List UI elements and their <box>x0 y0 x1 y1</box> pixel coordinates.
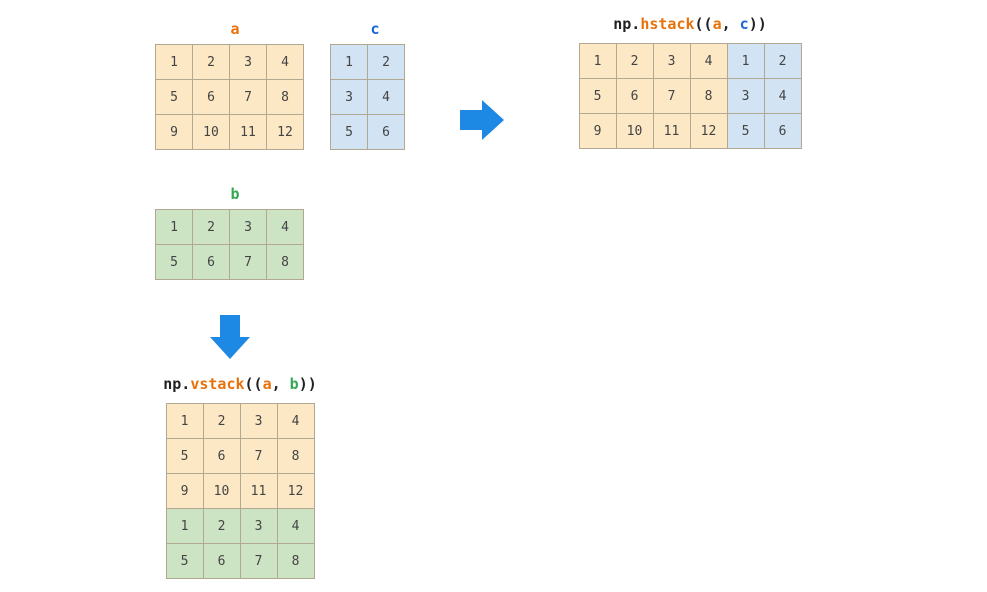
matrix-cell: 1 <box>156 210 193 245</box>
matrix-cell: 6 <box>764 114 801 149</box>
matrix-cell: 2 <box>616 44 653 79</box>
matrix-cell: 9 <box>156 115 193 150</box>
matrix-cell: 12 <box>267 115 304 150</box>
array-a-label: a <box>155 20 315 38</box>
hstack-expression: np.hstack((a, c)) <box>560 15 820 33</box>
matrix-cell: 3 <box>230 210 267 245</box>
matrix-cell: 7 <box>653 79 690 114</box>
matrix-cell: 8 <box>690 79 727 114</box>
matrix-cell: 8 <box>277 544 314 579</box>
matrix-cell: 5 <box>166 544 203 579</box>
matrix-cell: 12 <box>690 114 727 149</box>
matrix-cell: 11 <box>653 114 690 149</box>
matrix-cell: 7 <box>230 245 267 280</box>
matrix-cell: 1 <box>166 509 203 544</box>
array-b-matrix: 1234 5678 <box>155 209 304 280</box>
matrix-cell: 3 <box>230 45 267 80</box>
hstack-block: np.hstack((a, c)) 123412567834910111256 <box>560 15 820 149</box>
matrix-cell: 4 <box>267 210 304 245</box>
matrix-cell: 6 <box>193 245 230 280</box>
matrix-cell: 4 <box>764 79 801 114</box>
matrix-cell: 5 <box>166 439 203 474</box>
matrix-cell: 8 <box>267 245 304 280</box>
matrix-cell: 6 <box>203 439 240 474</box>
array-c-matrix: 123456 <box>330 44 405 150</box>
matrix-cell: 5 <box>331 115 368 150</box>
matrix-cell: 2 <box>203 509 240 544</box>
matrix-cell: 5 <box>156 80 193 115</box>
matrix-cell: 1 <box>166 404 203 439</box>
array-b-block: b 1234 5678 <box>155 185 315 280</box>
matrix-cell: 2 <box>203 404 240 439</box>
matrix-cell: 5 <box>156 245 193 280</box>
matrix-cell: 2 <box>193 45 230 80</box>
matrix-cell: 7 <box>240 439 277 474</box>
matrix-cell: 3 <box>240 404 277 439</box>
matrix-cell: 10 <box>193 115 230 150</box>
matrix-cell: 4 <box>368 80 405 115</box>
matrix-cell: 9 <box>579 114 616 149</box>
array-b-label: b <box>155 185 315 203</box>
array-c-block: c 123456 <box>330 20 420 150</box>
vstack-result-matrix: 12345678910111212345678 <box>166 403 315 579</box>
matrix-cell: 3 <box>331 80 368 115</box>
matrix-cell: 6 <box>616 79 653 114</box>
matrix-cell: 12 <box>277 474 314 509</box>
matrix-cell: 3 <box>727 79 764 114</box>
matrix-cell: 6 <box>368 115 405 150</box>
hstack-result-matrix: 123412567834910111256 <box>579 43 802 149</box>
array-c-label: c <box>330 20 420 38</box>
matrix-cell: 2 <box>368 45 405 80</box>
matrix-cell: 10 <box>203 474 240 509</box>
matrix-cell: 1 <box>331 45 368 80</box>
matrix-cell: 9 <box>166 474 203 509</box>
matrix-cell: 7 <box>230 80 267 115</box>
matrix-cell: 8 <box>277 439 314 474</box>
matrix-cell: 6 <box>203 544 240 579</box>
matrix-cell: 2 <box>764 44 801 79</box>
matrix-cell: 4 <box>267 45 304 80</box>
matrix-cell: 2 <box>193 210 230 245</box>
matrix-cell: 4 <box>277 509 314 544</box>
matrix-cell: 5 <box>727 114 764 149</box>
matrix-cell: 3 <box>240 509 277 544</box>
array-a-block: a 123456789101112 <box>155 20 315 150</box>
matrix-cell: 4 <box>690 44 727 79</box>
matrix-cell: 7 <box>240 544 277 579</box>
matrix-cell: 10 <box>616 114 653 149</box>
vstack-block: np.vstack((a, b)) 1234567891011121234567… <box>110 375 370 579</box>
matrix-cell: 1 <box>727 44 764 79</box>
array-a-matrix: 123456789101112 <box>155 44 304 150</box>
matrix-cell: 11 <box>230 115 267 150</box>
matrix-cell: 5 <box>579 79 616 114</box>
matrix-cell: 6 <box>193 80 230 115</box>
matrix-cell: 8 <box>267 80 304 115</box>
matrix-cell: 1 <box>156 45 193 80</box>
vstack-expression: np.vstack((a, b)) <box>110 375 370 393</box>
matrix-cell: 11 <box>240 474 277 509</box>
matrix-cell: 3 <box>653 44 690 79</box>
matrix-cell: 1 <box>579 44 616 79</box>
matrix-cell: 4 <box>277 404 314 439</box>
